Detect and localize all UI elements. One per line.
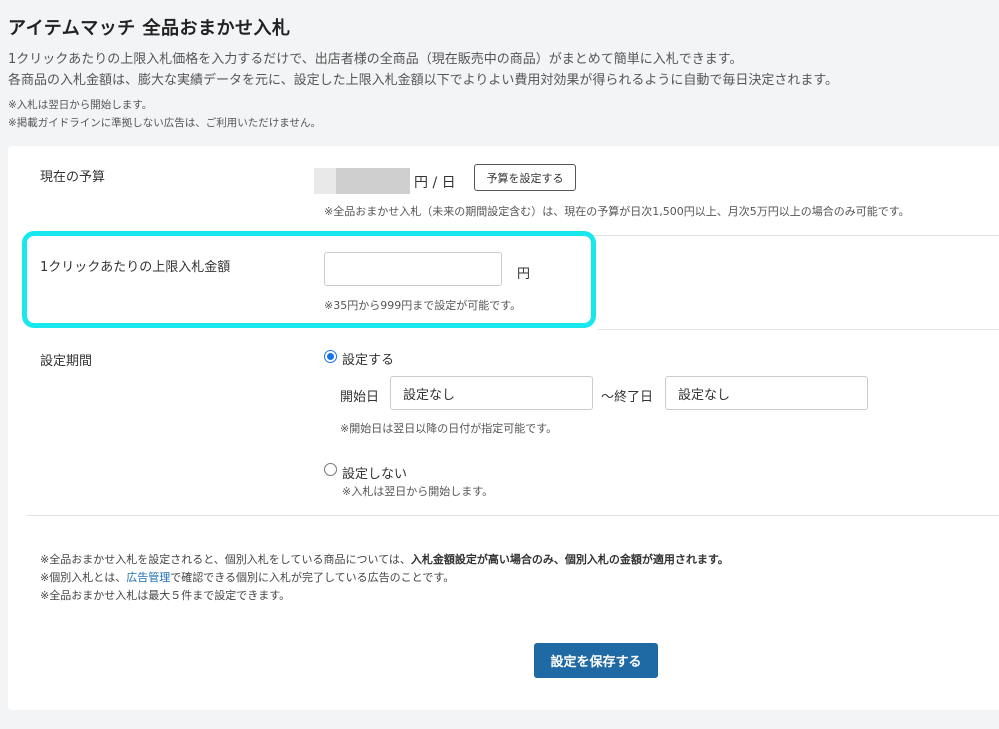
save-settings-button[interactable]: 設定を保存する [534,643,658,678]
budget-label: 現在の予算 [40,170,106,185]
set-budget-button[interactable]: 予算を設定する [474,164,576,191]
start-date-input[interactable]: 設定なし [390,376,593,410]
settings-card: 現在の予算 円 / 日 予算を設定する ※全品おまかせ入札（未来の期間設定含む）… [8,146,999,710]
page-title: アイテムマッチ 全品おまかせ入札 [8,18,291,39]
unset-note: ※入札は翌日から開始します。 [342,485,494,498]
max-bid-note: ※35円から999円まで設定が可能です。 [324,299,522,312]
budget-unit: 円 / 日 [414,175,456,191]
start-date-note: ※開始日は翌日以降の日付が指定可能です。 [340,422,558,435]
description-line-2: 各商品の入札金額は、膨大な実績データを元に、設定した上限入札金額以下でよりよい費… [8,73,839,88]
max-bid-unit: 円 [517,267,531,282]
start-date-label: 開始日 [340,390,380,405]
budget-value-redacted [314,168,336,194]
budget-note: ※全品おまかせ入札（未来の期間設定含む）は、現在の予算が日次1,500円以上、月… [324,205,910,218]
max-bid-label: 1クリックあたりの上限入札金額 [40,260,231,275]
budget-value-redacted-dark [336,168,410,194]
footnote-1: ※全品おまかせ入札を設定されると、個別入札をしている商品については、入札金額設定… [40,553,729,566]
description-line-1: 1クリックあたりの上限入札価格を入力するだけで、出店者様の全商品（現在販売中の商… [8,52,743,67]
divider [26,515,999,516]
bid-highlight-box [22,231,596,328]
guideline-note: ※掲載ガイドラインに準拠しない広告は、ご利用いただけません。 [8,117,321,129]
footnote-2: ※個別入札とは、広告管理で確認できる個別に入札が完了している広告のことです。 [40,571,455,584]
ad-management-link[interactable]: 広告管理 [126,571,170,584]
period-set-label[interactable]: 設定する [342,349,394,368]
period-unset-radio[interactable] [324,463,337,476]
max-bid-input[interactable] [324,252,502,286]
footnote-3: ※全品おまかせ入札は最大５件まで設定できます。 [40,589,291,602]
end-date-input[interactable]: 設定なし [665,376,868,410]
period-set-radio[interactable] [324,350,337,363]
end-date-label: ～終了日 [601,390,654,405]
divider [598,329,999,330]
bid-start-note: ※入札は翌日から開始します。 [8,99,153,111]
period-unset-label[interactable]: 設定しない [342,463,407,482]
period-label: 設定期間 [40,354,93,369]
